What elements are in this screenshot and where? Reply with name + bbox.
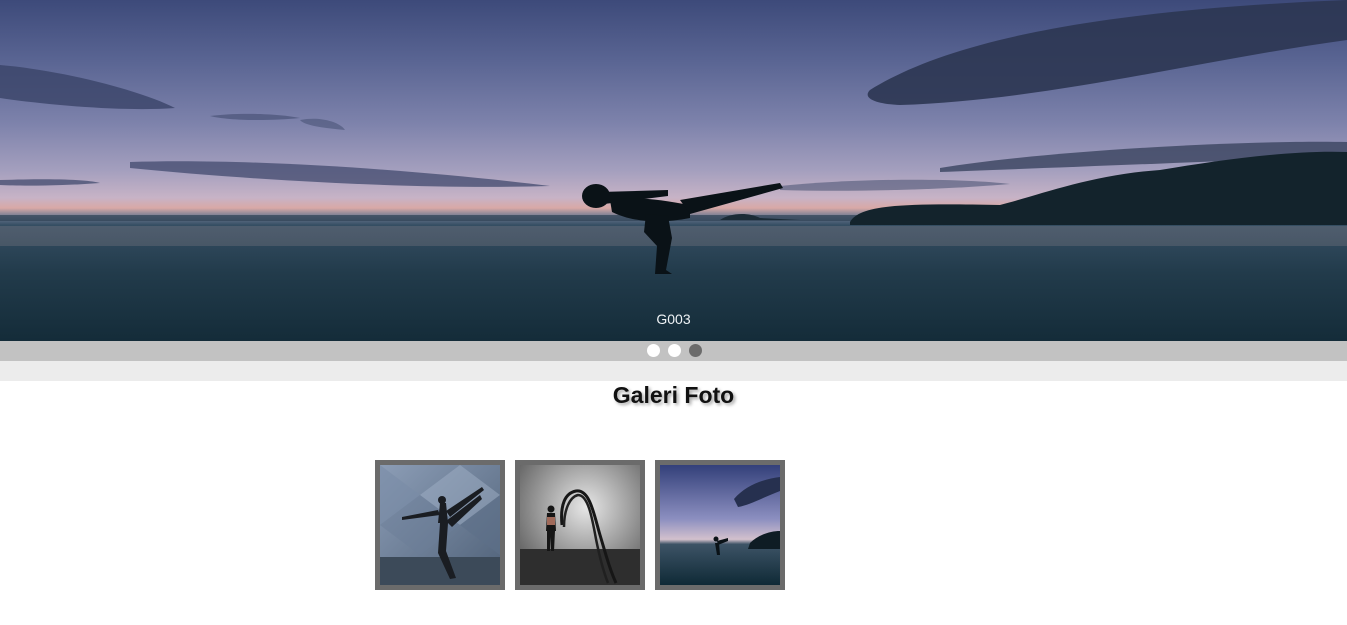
slider-pagination — [0, 341, 1347, 361]
page: G003 Galeri Foto — [0, 0, 1347, 625]
slide-dot-3[interactable] — [689, 344, 702, 357]
yoga-studio-image — [380, 465, 500, 585]
hero-slider[interactable]: G003 — [0, 0, 1347, 341]
photo-gallery — [375, 460, 785, 590]
gallery-thumb-1[interactable] — [375, 460, 505, 590]
battle-ropes-image — [520, 465, 640, 585]
slide-dot-2[interactable] — [668, 344, 681, 357]
slide-caption: G003 — [656, 311, 691, 327]
divider-strip — [0, 361, 1347, 381]
gallery-thumb-3[interactable] — [655, 460, 785, 590]
slide-dot-1[interactable] — [647, 344, 660, 357]
gallery-thumb-2[interactable] — [515, 460, 645, 590]
beach-kick-image — [660, 465, 780, 585]
page-title: Galeri Foto — [612, 382, 735, 408]
hero-image — [0, 0, 1347, 274]
